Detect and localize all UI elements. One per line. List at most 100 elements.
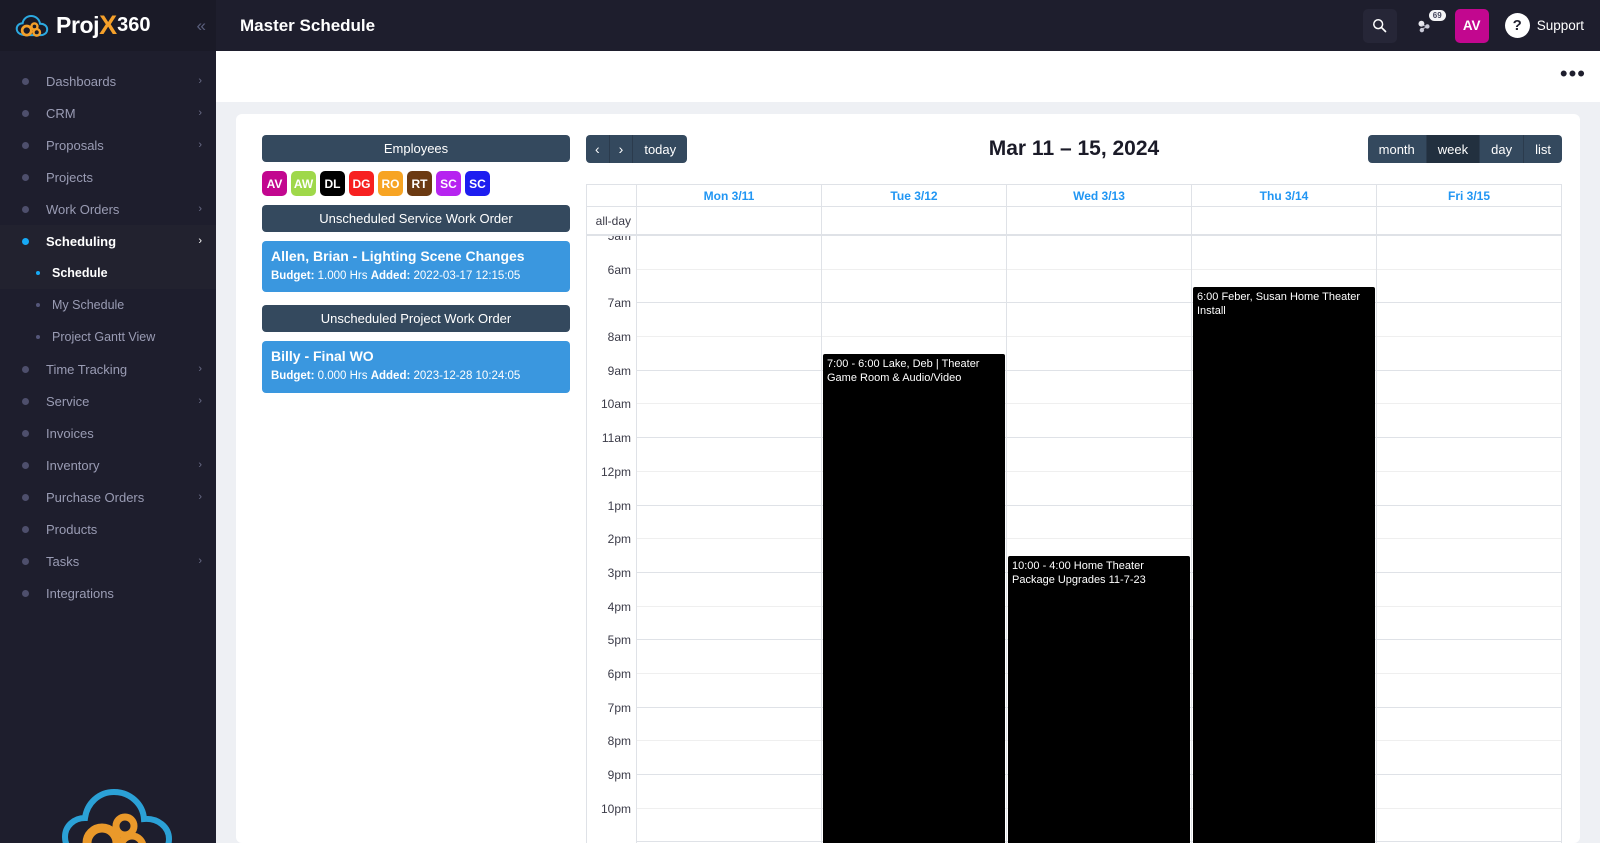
view-button-day[interactable]: day xyxy=(1480,135,1525,163)
header-actions: 69 AV ? Support xyxy=(1362,8,1584,43)
time-slot-text: 5pm xyxy=(607,633,631,648)
user-avatar[interactable]: AV xyxy=(1454,8,1489,43)
sidebar-item-dashboards[interactable]: Dashboards › xyxy=(0,65,216,97)
prev-week-button[interactable]: ‹ xyxy=(586,135,610,163)
projx360-logo[interactable]: Proj X 360 xyxy=(14,12,151,39)
employee-avatar[interactable]: SC xyxy=(436,171,461,196)
sidebar-item-scheduling[interactable]: Scheduling › xyxy=(0,225,216,257)
calendar-event[interactable]: 10:00 - 4:00 Home Theater Package Upgrad… xyxy=(1008,556,1190,843)
employee-avatar[interactable]: AV xyxy=(262,171,287,196)
bullet-icon xyxy=(22,109,29,117)
employees-header-button[interactable]: Employees xyxy=(262,135,570,162)
sidebar-item-label: Service xyxy=(46,393,90,409)
sidebar-item-proposals[interactable]: Proposals › xyxy=(0,129,216,161)
employee-avatar[interactable]: SC xyxy=(465,171,490,196)
all-day-cell[interactable] xyxy=(637,207,822,234)
day-header-fri[interactable]: Fri 3/15 xyxy=(1377,185,1561,206)
sidebar-subitem-project-gantt-view[interactable]: Project Gantt View xyxy=(0,321,216,353)
bullet-icon xyxy=(36,303,40,307)
bullet-icon xyxy=(36,335,40,339)
view-button-month[interactable]: month xyxy=(1367,135,1427,163)
project-wo-meta: Budget: 0.000 Hrs Added: 2023-12-28 10:2… xyxy=(271,369,561,384)
view-button-list[interactable]: list xyxy=(1524,135,1562,163)
sidebar-subitem-label: My Schedule xyxy=(52,298,125,312)
hour-line xyxy=(1377,337,1561,371)
notifications-button[interactable]: 69 xyxy=(1409,9,1446,43)
day-column[interactable]: 6:00 Feber, Susan Home Theater Install xyxy=(1192,236,1377,843)
more-options-icon[interactable]: ••• xyxy=(1560,62,1586,86)
hour-line xyxy=(637,539,821,573)
calendar-event[interactable]: 7:00 - 6:00 Lake, Deb | Theater Game Roo… xyxy=(823,353,1005,843)
employee-avatar[interactable]: DG xyxy=(349,171,374,196)
day-header-tue[interactable]: Tue 3/12 xyxy=(822,185,1007,206)
sidebar-item-crm[interactable]: CRM › xyxy=(0,97,216,129)
time-grid: 5am 6am 7am 8am 9am 10am 11am 12pm 1pm 2pm 3pm 4pm 5… xyxy=(587,236,1561,843)
sidebar-subitem-schedule[interactable]: Schedule xyxy=(0,257,216,289)
bullet-icon xyxy=(22,365,29,373)
bullet-icon xyxy=(22,461,29,469)
calendar-scroll-area[interactable]: 5am 6am 7am 8am 9am 10am 11am 12pm 1pm 2pm 3pm 4pm 5… xyxy=(587,236,1561,843)
sidebar-item-products[interactable]: Products xyxy=(0,513,216,545)
half-hour-line xyxy=(1007,438,1191,472)
employee-avatar[interactable]: RT xyxy=(407,171,432,196)
day-header-wed[interactable]: Wed 3/13 xyxy=(1007,185,1192,206)
service-work-order-card[interactable]: Allen, Brian - Lighting Scene Changes Bu… xyxy=(262,241,570,293)
sidebar-subitem-label: Schedule xyxy=(52,266,108,280)
chevron-right-icon: › xyxy=(198,459,202,471)
sidebar-item-invoices[interactable]: Invoices xyxy=(0,417,216,449)
unscheduled-project-header-button[interactable]: Unscheduled Project Work Order xyxy=(262,305,570,333)
time-slot-text: 3pm xyxy=(607,565,631,580)
sidebar-item-service[interactable]: Service › xyxy=(0,385,216,417)
half-hour-line xyxy=(1192,236,1376,270)
service-wo-meta: Budget: 1.000 Hrs Added: 2022-03-17 12:1… xyxy=(271,269,561,284)
hour-line xyxy=(637,809,821,843)
service-wo-added-label: Added: xyxy=(370,269,411,282)
chevron-right-icon: › xyxy=(198,235,202,247)
day-header-thu[interactable]: Thu 3/14 xyxy=(1192,185,1377,206)
sidebar-collapse-icon[interactable]: « xyxy=(197,17,207,34)
support-button[interactable]: ? Support xyxy=(1504,13,1584,38)
day-column[interactable]: 10:00 - 4:00 Home Theater Package Upgrad… xyxy=(1007,236,1192,843)
day-column[interactable] xyxy=(1377,236,1561,843)
time-slot-text: 8pm xyxy=(607,734,631,749)
day-column[interactable]: 7:00 - 6:00 Lake, Deb | Theater Game Roo… xyxy=(822,236,1007,843)
search-button[interactable] xyxy=(1362,8,1397,43)
next-week-button[interactable]: › xyxy=(609,135,634,163)
employee-avatar[interactable]: RO xyxy=(378,171,403,196)
sidebar-item-integrations[interactable]: Integrations xyxy=(0,577,216,609)
day-header-mon[interactable]: Mon 3/11 xyxy=(637,185,822,206)
employee-avatar[interactable]: AW xyxy=(291,171,316,196)
time-axis: 5am 6am 7am 8am 9am 10am 11am 12pm 1pm 2pm 3pm 4pm 5… xyxy=(587,236,637,843)
sidebar-item-label: Integrations xyxy=(46,585,114,601)
project-work-order-card[interactable]: Billy - Final WO Budget: 0.000 Hrs Added… xyxy=(262,341,570,393)
unscheduled-service-header-button[interactable]: Unscheduled Service Work Order xyxy=(262,205,570,232)
all-day-label: all-day xyxy=(587,207,637,234)
sidebar-item-purchase-orders[interactable]: Purchase Orders › xyxy=(0,481,216,513)
hour-line xyxy=(637,337,821,371)
today-button[interactable]: today xyxy=(633,135,688,163)
sidebar-item-tasks[interactable]: Tasks › xyxy=(0,545,216,577)
service-wo-added-value: 2022-03-17 12:15:05 xyxy=(413,269,521,282)
time-slot-text: 2pm xyxy=(607,532,631,547)
sidebar-item-label: Inventory xyxy=(46,457,100,473)
time-slot-text: 12pm xyxy=(600,464,631,479)
all-day-cell[interactable] xyxy=(1192,207,1377,234)
sidebar: Proj X 360 « Dashboards › CRM › Proposals › Pr… xyxy=(0,0,216,843)
sidebar-item-work-orders[interactable]: Work Orders › xyxy=(0,193,216,225)
all-day-cell[interactable] xyxy=(1377,207,1561,234)
sidebar-item-time-tracking[interactable]: Time Tracking › xyxy=(0,353,216,385)
day-column[interactable] xyxy=(637,236,822,843)
sidebar-item-projects[interactable]: Projects xyxy=(0,161,216,193)
sidebar-item-inventory[interactable]: Inventory › xyxy=(0,449,216,481)
calendar-event[interactable]: 6:00 Feber, Susan Home Theater Install xyxy=(1193,286,1375,843)
bullet-icon xyxy=(22,173,29,181)
view-button-week[interactable]: week xyxy=(1426,135,1481,163)
sidebar-subitem-my-schedule[interactable]: My Schedule xyxy=(0,289,216,321)
hour-line xyxy=(1377,270,1561,304)
all-day-cell[interactable] xyxy=(822,207,1007,234)
employee-avatar[interactable]: DL xyxy=(320,171,345,196)
hour-line xyxy=(1007,404,1191,439)
time-slot-text: 6am xyxy=(607,262,631,277)
all-day-cell[interactable] xyxy=(1007,207,1192,234)
project-wo-title: Billy - Final WO xyxy=(271,348,374,365)
